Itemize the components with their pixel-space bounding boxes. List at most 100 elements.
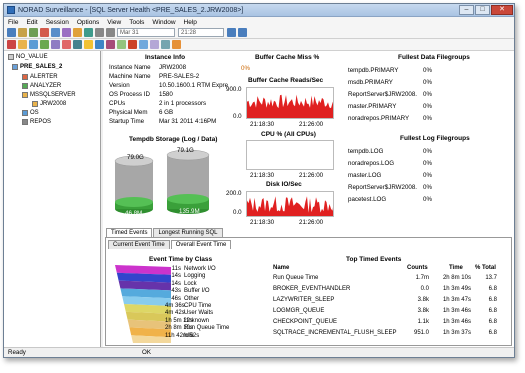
tempdb-heading: Tempdb Storage (Log / Data) <box>129 136 218 143</box>
tree-item-instance[interactable]: JRW2008 <box>32 101 66 107</box>
col-counts: Counts <box>407 265 428 271</box>
toolbar-icon-9[interactable] <box>95 40 104 49</box>
toolbar-bottom <box>4 39 514 51</box>
event-pct: 6.8 <box>488 308 497 314</box>
alert-icon[interactable] <box>73 28 82 37</box>
instance-key: Version <box>109 82 130 89</box>
instance-value: 10.50.1600.1 RTM Expre <box>159 82 229 89</box>
filegroup-pct: 0% <box>423 172 432 179</box>
event-time: 14s <box>171 280 181 287</box>
event-label: Buffer I/O <box>184 288 210 295</box>
event-counts: 1.1k <box>417 319 429 325</box>
tab-timed-events[interactable]: Timed Events <box>106 228 153 237</box>
event-time: 2h 8m 10s <box>165 325 194 332</box>
reads-x1: 21:18:30 <box>250 121 275 128</box>
menu-file[interactable]: File <box>8 19 18 26</box>
reads-chart-title: Buffer Cache Reads/Sec <box>248 77 324 84</box>
menu-session[interactable]: Session <box>46 19 69 26</box>
tab-overall-event-time[interactable]: Overall Event Time <box>170 240 232 249</box>
disk-x1: 21:18:30 <box>250 219 275 226</box>
event-time-total: 1h 3m 46s <box>442 319 471 325</box>
tree-item-repos[interactable]: REPOS <box>22 119 51 125</box>
toolbar-icon-3[interactable] <box>29 40 38 49</box>
toolbar-icon-15[interactable] <box>161 40 170 49</box>
toolbar-icon-16[interactable] <box>172 40 181 49</box>
instance-key: OS Process ID <box>109 91 150 98</box>
toolbar-icon-2[interactable] <box>18 40 27 49</box>
date-field[interactable]: Mar 31 <box>117 28 175 37</box>
forward-icon[interactable] <box>106 28 115 37</box>
cpu-chart-title: CPU % (All CPUs) <box>261 131 316 138</box>
toolbar-icon-7[interactable] <box>73 40 82 49</box>
event-time: 43s <box>171 288 181 295</box>
refresh-icon[interactable] <box>51 28 60 37</box>
close-button[interactable]: ✕ <box>491 5 513 15</box>
reads-ymax: 900.0 <box>226 86 242 93</box>
disk-io-chart <box>246 191 334 217</box>
menu-edit[interactable]: Edit <box>26 19 37 26</box>
event-time: 14s <box>171 273 181 280</box>
cpu-chart <box>246 140 334 170</box>
event-name: LAZYWRITER_SLEEP <box>273 297 335 303</box>
instance-key: Instance Name <box>109 64 151 71</box>
event-time: 4m 42s <box>165 310 185 317</box>
menu-options[interactable]: Options <box>77 19 99 26</box>
time-field[interactable]: 21:28 <box>178 28 224 37</box>
tab-longest-running-sql[interactable]: Longest Running SQL <box>153 228 223 237</box>
chart-icon[interactable] <box>84 28 93 37</box>
health-panel: Instance Info Instance Name JRW2008 Machin… <box>103 51 514 349</box>
filegroup-name: ReportServer$JRW2008. <box>348 184 418 191</box>
toolbar-icon-8[interactable] <box>84 40 93 49</box>
play-icon[interactable] <box>227 28 236 37</box>
event-label: Lock <box>184 280 197 287</box>
toolbar-icon-10[interactable] <box>106 40 115 49</box>
toolbar-icon-13[interactable] <box>139 40 148 49</box>
toolbar-icon-14[interactable] <box>150 40 159 49</box>
event-label: Network I/O <box>184 266 216 272</box>
tree-item-alerter[interactable]: ALERTER <box>22 74 58 80</box>
buffer-cache-reads-chart <box>246 87 334 119</box>
pause-icon[interactable] <box>238 28 247 37</box>
tree-item-analyzer[interactable]: ANALYZER <box>22 83 61 89</box>
tab-current-event-time[interactable]: Current Event Time <box>108 240 170 249</box>
tempdb-log-used: 46.8M <box>125 210 143 217</box>
maximize-button[interactable]: □ <box>475 5 490 15</box>
new-icon[interactable] <box>7 28 16 37</box>
menu-tools[interactable]: Tools <box>129 19 144 26</box>
menu-view[interactable]: View <box>107 19 121 26</box>
event-time-total: 1h 3m 46s <box>442 308 471 314</box>
status-bar: Ready OK <box>4 347 514 357</box>
event-label: CPU Time <box>184 303 212 309</box>
tree-server[interactable]: PRE_SALES_2 <box>12 64 62 70</box>
tempdb-data-total: 79.1G <box>177 147 194 154</box>
folder-icon <box>8 54 14 60</box>
tree-root[interactable]: NO_VALUE <box>8 54 48 60</box>
toolbar-icon-4[interactable] <box>40 40 49 49</box>
minimize-button[interactable]: – <box>459 5 474 15</box>
connect-icon[interactable] <box>62 28 71 37</box>
toolbar-icon-6[interactable] <box>62 40 71 49</box>
app-icon <box>7 6 15 14</box>
toolbar-icon-1[interactable] <box>7 40 16 49</box>
instance-info-heading: Instance Info <box>145 54 186 61</box>
toolbar-icon-12[interactable] <box>128 40 137 49</box>
analyzer-icon <box>22 83 28 89</box>
instance-value: Mar 31 2011 4:16PM <box>159 118 217 125</box>
event-counts: 3.8k <box>417 308 429 314</box>
menu-help[interactable]: Help <box>184 19 197 26</box>
tree-item-os[interactable]: OS <box>22 110 39 116</box>
stop-icon[interactable] <box>40 28 49 37</box>
col-name: Name <box>273 265 290 271</box>
toolbar-icon-11[interactable] <box>117 40 126 49</box>
filegroup-pct: 0% <box>423 103 432 110</box>
event-counts: 0.0 <box>420 286 429 292</box>
toolbar-icon-5[interactable] <box>51 40 60 49</box>
status-right: OK <box>142 349 151 356</box>
open-icon[interactable] <box>18 28 27 37</box>
menu-window[interactable]: Window <box>152 19 175 26</box>
event-name: LOGMGR_QUEUE <box>273 308 325 314</box>
save-icon[interactable] <box>29 28 38 37</box>
event-label: Other <box>184 295 200 302</box>
tree-item-mssqlserver[interactable]: MSSQLSERVER <box>22 92 76 98</box>
back-icon[interactable] <box>95 28 104 37</box>
